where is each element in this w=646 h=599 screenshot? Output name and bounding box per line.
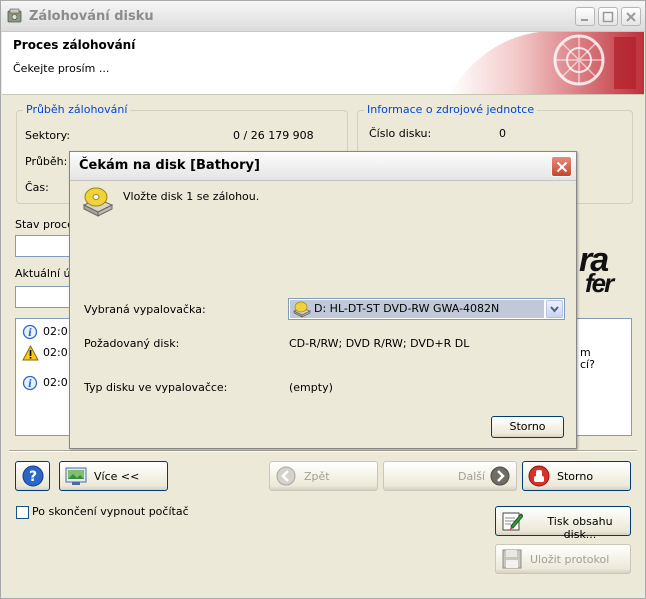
dialog-cancel-label: Storno xyxy=(509,420,546,433)
disk-number-value: 0 xyxy=(499,127,506,140)
required-disc-label: Požadovaný disk: xyxy=(84,337,180,350)
minimize-icon xyxy=(581,19,588,21)
more-button-label: Více << xyxy=(94,470,140,483)
cancel-button-label: Storno xyxy=(557,470,594,483)
help-icon: ? xyxy=(22,465,44,487)
header-title: Proces zálohování xyxy=(13,38,136,52)
maximize-button[interactable] xyxy=(598,7,618,26)
header-subtitle: Čekejte prosím ... xyxy=(13,62,110,75)
print-disc-contents-button[interactable]: Tisk obsahu disk... xyxy=(495,506,631,541)
next-button[interactable]: Další xyxy=(383,461,517,491)
close-icon xyxy=(556,161,568,173)
print-icon xyxy=(502,512,523,531)
back-button[interactable]: Zpět xyxy=(269,461,378,491)
next-arrow-icon xyxy=(490,466,510,486)
cancel-button[interactable]: Storno xyxy=(522,461,631,491)
info-icon: i xyxy=(22,375,38,391)
backup-progress-legend: Průběh zálohování xyxy=(23,103,131,116)
save-log-button[interactable]: Uložit protokol xyxy=(495,544,631,574)
burner-select[interactable]: D: HL-DT-ST DVD-RW GWA-4082N xyxy=(288,298,565,320)
close-button[interactable] xyxy=(621,7,641,26)
shutdown-checkbox-label: Po skončení vypnout počítač xyxy=(32,505,189,518)
more-button[interactable]: Více << xyxy=(59,461,168,491)
dialog-close-button[interactable] xyxy=(551,156,572,177)
print-disc-contents-label: Tisk obsahu disk... xyxy=(547,515,613,541)
time-label: Čas: xyxy=(25,181,49,194)
chevron-down-icon xyxy=(550,306,559,313)
process-state-field xyxy=(15,235,75,257)
next-button-label: Další xyxy=(458,470,486,483)
maximize-icon xyxy=(602,11,614,23)
source-info-legend: Informace o zdrojové jednotce xyxy=(364,103,538,116)
sectors-value: 0 / 26 179 908 xyxy=(233,129,314,142)
back-arrow-icon xyxy=(276,466,296,486)
floppy-disk-icon xyxy=(502,549,522,569)
svg-text:i: i xyxy=(28,328,32,339)
dialog-title-bar: Čekám na disk [Bathory] xyxy=(70,152,576,181)
info-icon: i xyxy=(22,324,38,340)
burner-select-value: D: HL-DT-ST DVD-RW GWA-4082N xyxy=(290,300,544,318)
current-task-label: Aktuální úk xyxy=(15,267,77,280)
app-icon xyxy=(7,8,22,23)
dialog-title: Čekám na disk [Bathory] xyxy=(79,158,260,173)
help-button[interactable]: ? xyxy=(15,461,50,491)
progress-label: Průběh: xyxy=(25,155,68,168)
cd-drive-icon xyxy=(82,187,114,217)
disk-number-label: Číslo disku: xyxy=(369,127,432,140)
help-button-label: ? xyxy=(29,469,37,485)
save-log-label: Uložit protokol xyxy=(530,553,610,566)
burner-label: Vybraná vypalovačka: xyxy=(84,303,206,316)
svg-text:i: i xyxy=(28,379,32,390)
dialog-cancel-button[interactable]: Storno xyxy=(491,416,564,438)
log-text-fragment: cí? xyxy=(580,358,595,371)
wizard-header: Proces zálohování Čekejte prosím ... xyxy=(2,32,644,95)
required-disc-value: CD-R/RW; DVD R/RW; DVD+R DL xyxy=(289,337,470,350)
dialog-message: Vložte disk 1 se zálohou. xyxy=(123,190,260,203)
title-bar: Zálohování disku xyxy=(1,1,645,32)
burner-select-arrow[interactable] xyxy=(546,300,563,318)
close-icon xyxy=(626,12,636,22)
shutdown-checkbox[interactable] xyxy=(16,506,29,519)
sectors-label: Sektory: xyxy=(25,129,71,142)
brand-logo: ra fer xyxy=(579,243,614,298)
computer-icon xyxy=(65,467,87,485)
vault-door-banner xyxy=(449,32,644,94)
minimize-button[interactable] xyxy=(575,7,595,26)
main-window: Zálohování disku Proces zálohování Čekej… xyxy=(0,0,646,599)
disc-type-value: (empty) xyxy=(289,381,333,394)
stop-icon xyxy=(528,465,550,487)
cd-drive-icon xyxy=(293,301,311,318)
insert-disc-dialog: Čekám na disk [Bathory] Vložte disk 1 se… xyxy=(69,151,577,449)
brand-logo-line2: fer xyxy=(585,268,614,298)
window-title: Zálohování disku xyxy=(29,9,154,24)
disc-type-label: Typ disku ve vypalovačce: xyxy=(84,381,228,394)
warning-icon xyxy=(22,345,39,361)
separator xyxy=(9,450,637,452)
back-button-label: Zpět xyxy=(304,470,330,483)
burner-select-text: D: HL-DT-ST DVD-RW GWA-4082N xyxy=(314,302,500,315)
current-task-field xyxy=(15,286,75,308)
